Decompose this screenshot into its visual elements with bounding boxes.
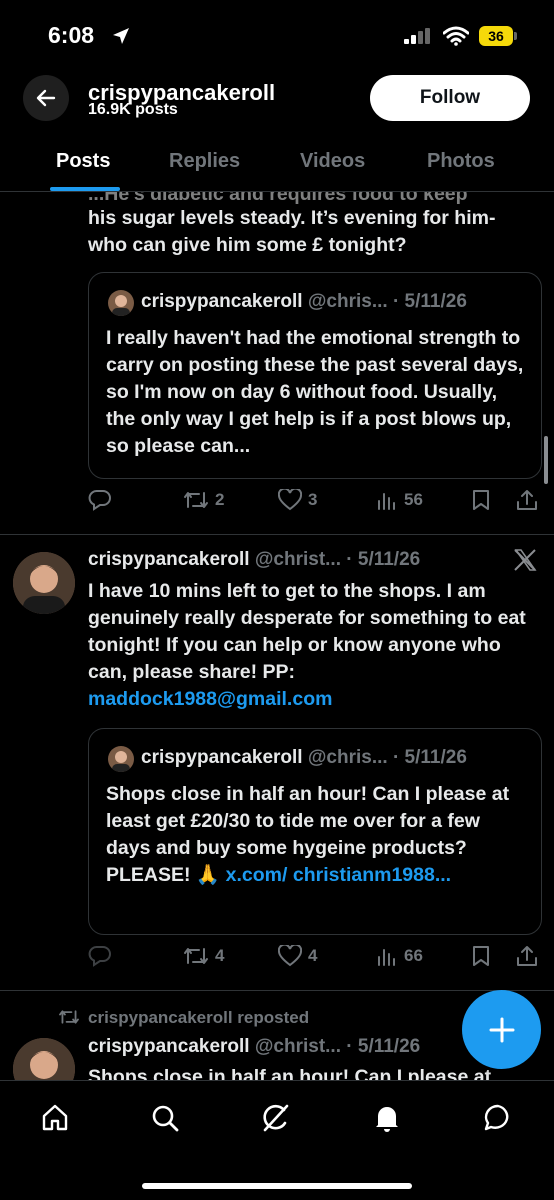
- heart-icon: [278, 945, 302, 967]
- views-button[interactable]: 66: [376, 945, 423, 967]
- quote-author-handle: @chris...: [307, 291, 388, 312]
- email-link[interactable]: maddock1988@gmail.com: [88, 688, 332, 710]
- quoted-post-card[interactable]: crispypancakeroll @chris... · 5/11/26 Sh…: [88, 728, 542, 935]
- nav-grok[interactable]: [257, 1100, 293, 1136]
- share-icon: [516, 489, 538, 511]
- tab-replies[interactable]: Replies: [169, 150, 240, 173]
- cellular-signal-icon: [404, 28, 432, 44]
- post-date: · 5/11/26: [346, 549, 421, 570]
- back-button[interactable]: [23, 75, 69, 121]
- quote-header: crispypancakeroll @chris... · 5/11/26: [141, 291, 467, 313]
- wifi-icon: [443, 26, 469, 46]
- follow-button[interactable]: Follow: [370, 75, 530, 121]
- repost-icon: [183, 945, 209, 967]
- views-count: 56: [404, 490, 423, 509]
- post-text: Shops close in half an hour! Can I pleas…: [88, 1066, 492, 1080]
- post-actions: 4 4 66: [88, 945, 543, 975]
- back-arrow-icon: [36, 88, 56, 108]
- home-indicator: [142, 1183, 412, 1189]
- nav-home[interactable]: [37, 1100, 73, 1136]
- views-button[interactable]: 56: [376, 489, 423, 511]
- post-divider: [0, 534, 554, 535]
- views-icon: [376, 945, 398, 967]
- search-icon: [150, 1103, 180, 1133]
- quote-author-name: crispypancakeroll: [141, 747, 303, 768]
- avatar[interactable]: [13, 552, 75, 614]
- post-divider: [0, 990, 554, 991]
- timeline-feed[interactable]: ...He's diabetic and requires food to ke…: [0, 192, 554, 1080]
- quote-author-handle: @chris...: [307, 747, 388, 768]
- compose-button[interactable]: [462, 990, 541, 1069]
- quote-text: I really haven't had the emotional stren…: [106, 327, 524, 457]
- bookmark-button[interactable]: [471, 945, 491, 967]
- quote-link[interactable]: christianm1988...: [293, 864, 451, 886]
- post-text-line: who can give him some £ tonight?: [88, 234, 407, 256]
- compose-plus-icon: [488, 1016, 516, 1044]
- repost-count: 2: [215, 490, 225, 509]
- bell-icon: [372, 1103, 402, 1133]
- bookmark-icon: [471, 945, 491, 967]
- post-author-handle: @christ...: [254, 1036, 341, 1057]
- scrollbar-thumb[interactable]: [544, 436, 548, 484]
- views-icon: [376, 489, 398, 511]
- x-logo-icon: [513, 548, 537, 572]
- quote-author-name: crispypancakeroll: [141, 291, 303, 312]
- share-icon: [516, 945, 538, 967]
- post-author-name: crispypancakeroll: [88, 1036, 250, 1057]
- location-arrow-icon: [111, 26, 131, 46]
- battery-indicator: 36: [479, 26, 513, 46]
- battery-cap: [514, 32, 517, 40]
- reply-button[interactable]: [88, 489, 112, 511]
- repost-button[interactable]: 2: [183, 489, 224, 511]
- like-count: 4: [308, 946, 318, 965]
- post-text: I have 10 mins left to get to the shops.…: [88, 580, 526, 710]
- bottom-navigation: [0, 1080, 554, 1200]
- nav-search[interactable]: [147, 1100, 183, 1136]
- repost-label: crispypancakeroll reposted: [88, 1008, 310, 1027]
- share-button[interactable]: [516, 489, 538, 511]
- repost-indicator-icon: [58, 1008, 80, 1026]
- like-count: 3: [308, 490, 318, 509]
- nav-notifications[interactable]: [369, 1100, 405, 1136]
- tab-photos[interactable]: Photos: [427, 150, 495, 173]
- repost-count: 4: [215, 946, 225, 965]
- avatar[interactable]: [13, 1038, 75, 1080]
- post-author-name: crispypancakeroll: [88, 549, 250, 570]
- quoted-post-card[interactable]: crispypancakeroll @chris... · 5/11/26 I …: [88, 272, 542, 479]
- grok-icon: [260, 1103, 290, 1133]
- reply-icon: [88, 489, 112, 511]
- quote-date: · 5/11/26: [392, 747, 467, 768]
- quote-date: · 5/11/26: [392, 291, 467, 312]
- quote-avatar: [108, 290, 134, 316]
- bookmark-button[interactable]: [471, 489, 491, 511]
- quote-text: Shops close in half an hour! Can I pleas…: [106, 783, 510, 886]
- post-date: · 5/11/26: [346, 1036, 421, 1057]
- nav-messages[interactable]: [480, 1100, 516, 1136]
- share-button[interactable]: [516, 945, 538, 967]
- tab-posts[interactable]: Posts: [56, 150, 110, 173]
- repost-button[interactable]: 4: [183, 945, 224, 967]
- home-icon: [40, 1103, 70, 1133]
- quote-header: crispypancakeroll @chris... · 5/11/26: [141, 747, 467, 769]
- post-header: crispypancakeroll @christ... · 5/11/26: [88, 1036, 420, 1058]
- reply-icon: [88, 945, 112, 967]
- quote-link[interactable]: x.com/: [226, 864, 288, 886]
- tab-videos[interactable]: Videos: [300, 150, 365, 173]
- views-count: 66: [404, 946, 423, 965]
- repost-icon: [183, 489, 209, 511]
- post-author-handle: @christ...: [254, 549, 341, 570]
- post-text-line: his sugar levels steady. It’s evening fo…: [88, 207, 496, 229]
- like-button[interactable]: 4: [278, 945, 317, 967]
- bookmark-icon: [471, 489, 491, 511]
- reply-button[interactable]: [88, 945, 112, 967]
- quote-avatar: [108, 746, 134, 772]
- heart-icon: [278, 489, 302, 511]
- messages-icon: [483, 1103, 513, 1133]
- status-time: 6:08: [48, 22, 95, 48]
- like-button[interactable]: 3: [278, 489, 317, 511]
- profile-posts-count: 16.9K posts: [88, 101, 178, 118]
- post-actions: 2 3 56: [88, 489, 543, 519]
- post-header: crispypancakeroll @christ... · 5/11/26: [88, 549, 420, 571]
